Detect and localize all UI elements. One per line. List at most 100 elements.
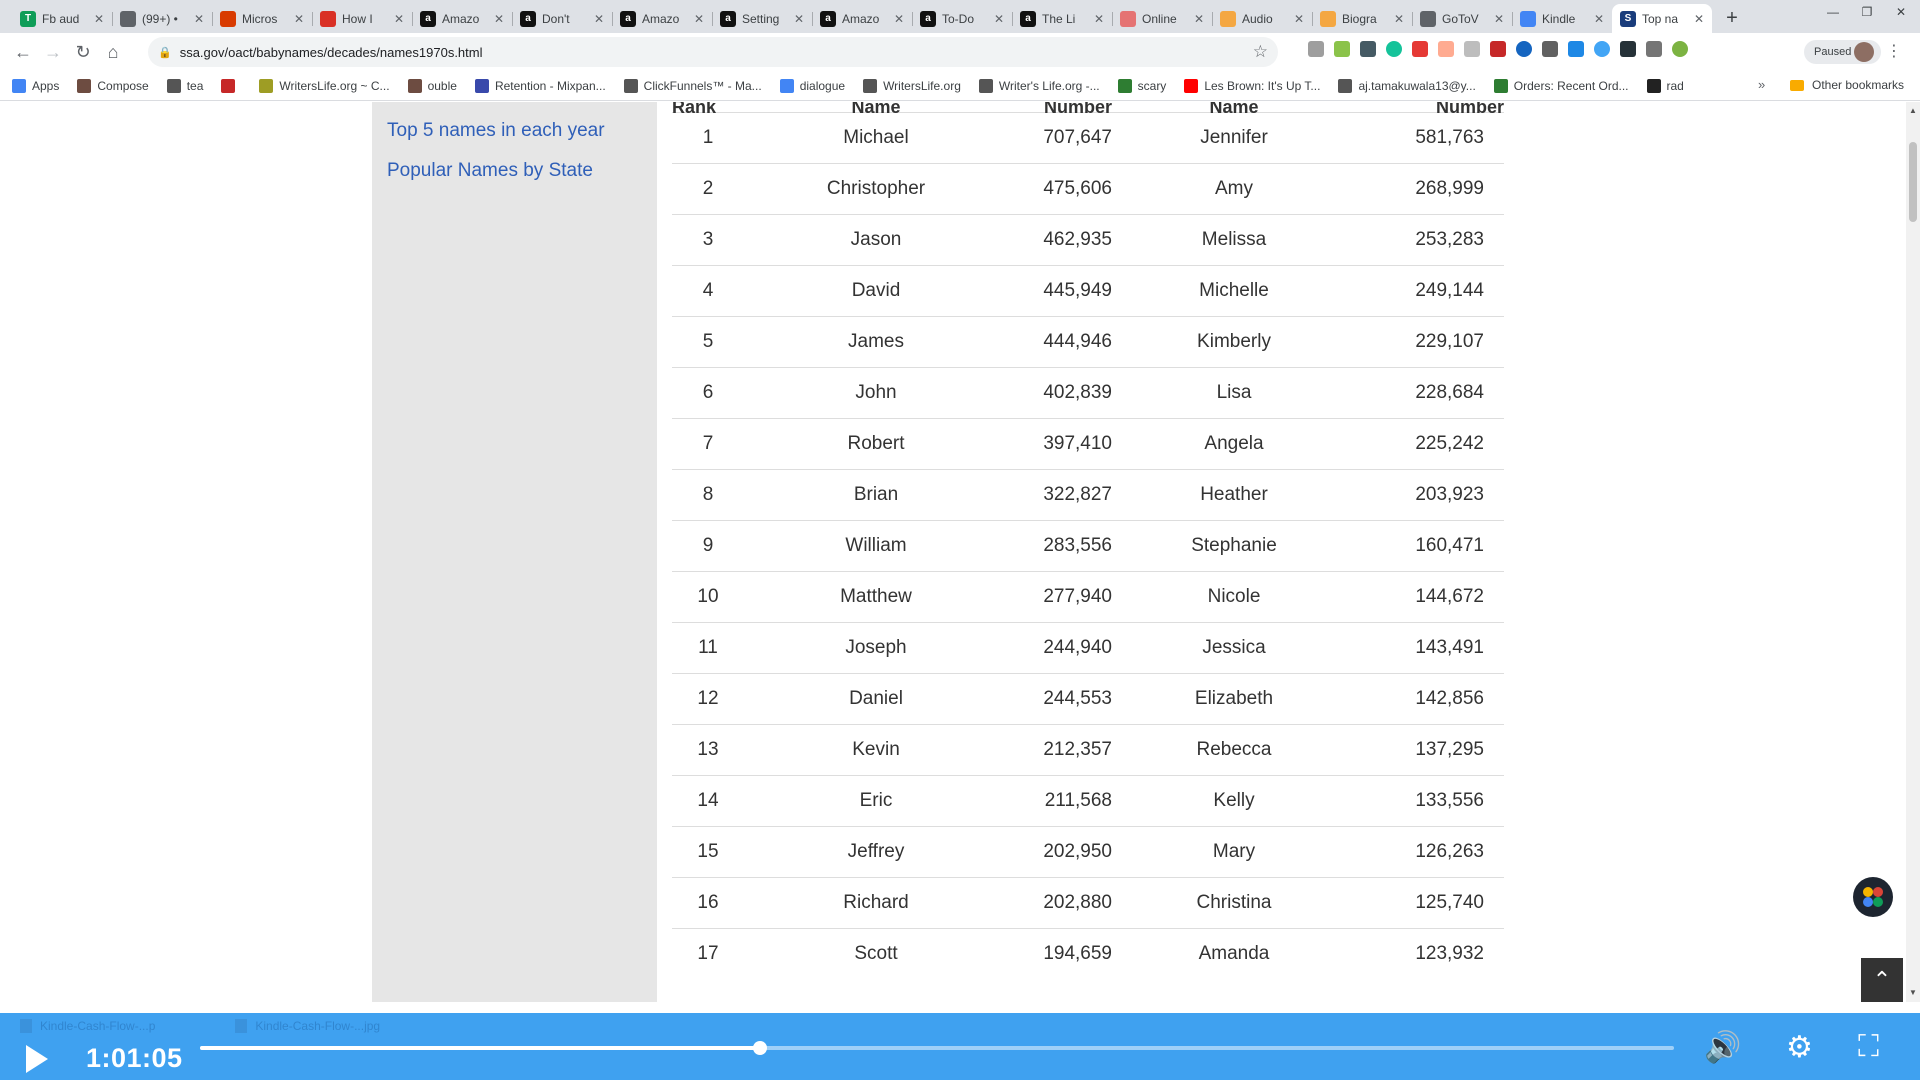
browser-tab[interactable]: GoToV ✕	[1412, 4, 1512, 33]
bookmark-item[interactable]: Retention - Mixpan...	[474, 78, 606, 93]
extension-icon[interactable]	[1672, 41, 1688, 57]
browser-tab[interactable]: a To-Do ✕	[912, 4, 1012, 33]
tab-close-icon[interactable]: ✕	[1592, 12, 1606, 26]
browser-tab[interactable]: How I ✕	[312, 4, 412, 33]
bookmark-item[interactable]: tea	[166, 78, 203, 93]
bookmark-item[interactable]: Compose	[77, 78, 149, 93]
play-icon[interactable]	[26, 1045, 48, 1073]
extension-icon[interactable]	[1620, 41, 1636, 57]
bookmark-item[interactable]: Orders: Recent Ord...	[1493, 78, 1629, 93]
female-number-cell: 249,144	[1356, 265, 1504, 317]
other-bookmarks[interactable]: Other bookmarks	[1790, 78, 1904, 92]
extension-icon[interactable]	[1308, 41, 1324, 57]
progress-handle[interactable]	[753, 1041, 768, 1055]
bookmark-star-icon[interactable]: ☆	[1253, 42, 1268, 62]
new-tab-button[interactable]: +	[1718, 4, 1746, 33]
progress-bar[interactable]	[200, 1041, 1674, 1055]
tab-close-icon[interactable]: ✕	[1492, 12, 1506, 26]
tab-close-icon[interactable]: ✕	[992, 12, 1006, 26]
tab-close-icon[interactable]: ✕	[292, 12, 306, 26]
volume-icon[interactable]: 🔊	[1704, 1030, 1741, 1065]
browser-tab[interactable]: a Setting ✕	[712, 4, 812, 33]
scrollbar-thumb[interactable]	[1909, 142, 1917, 222]
bookmark-item[interactable]: dialogue	[779, 78, 845, 93]
address-bar[interactable]: 🔒 ssa.gov/oact/babynames/decades/names19…	[148, 37, 1278, 67]
reload-icon[interactable]: ↻	[68, 37, 98, 67]
bookmarks-overflow-icon[interactable]: »	[1758, 77, 1765, 92]
extension-icon[interactable]	[1542, 41, 1558, 57]
browser-tab[interactable]: Micros ✕	[212, 4, 312, 33]
extension-icon[interactable]	[1334, 41, 1350, 57]
extension-icon[interactable]	[1594, 41, 1610, 57]
avatar[interactable]	[1854, 42, 1874, 62]
minimize-button[interactable]: —	[1818, 0, 1848, 24]
browser-tab[interactable]: Biogra ✕	[1312, 4, 1412, 33]
bookmark-item[interactable]: aj.tamakuwala13@y...	[1338, 78, 1476, 93]
tab-close-icon[interactable]: ✕	[1392, 12, 1406, 26]
extension-icon[interactable]	[1464, 41, 1480, 57]
header-rank: Rank	[672, 102, 717, 117]
tab-close-icon[interactable]: ✕	[792, 12, 806, 26]
tab-close-icon[interactable]: ✕	[892, 12, 906, 26]
browser-tab[interactable]: Audio ✕	[1212, 4, 1312, 33]
browser-tab[interactable]: Kindle ✕	[1512, 4, 1612, 33]
tab-close-icon[interactable]: ✕	[392, 12, 406, 26]
scroll-up-arrow-icon[interactable]: ▲	[1906, 106, 1920, 115]
browser-tab[interactable]: Online ✕	[1112, 4, 1212, 33]
back-to-top-button[interactable]: ⌃	[1861, 958, 1903, 1002]
bookmark-item[interactable]: ClickFunnels™ - Ma...	[623, 78, 762, 93]
tab-close-icon[interactable]: ✕	[1692, 12, 1706, 26]
extension-icon[interactable]	[1568, 41, 1584, 57]
restore-button[interactable]: ❐	[1852, 0, 1882, 24]
tab-close-icon[interactable]: ✕	[1092, 12, 1106, 26]
browser-tab[interactable]: a Amazo ✕	[812, 4, 912, 33]
floating-extension-logo[interactable]	[1853, 877, 1893, 917]
browser-tab[interactable]: a Amazo ✕	[412, 4, 512, 33]
bookmark-item[interactable]: Apps	[12, 78, 59, 93]
bookmark-item[interactable]: WritersLife.org	[863, 78, 961, 93]
tab-close-icon[interactable]: ✕	[692, 12, 706, 26]
extension-icon[interactable]	[1646, 41, 1662, 57]
bookmark-item[interactable]: Writer's Life.org -...	[978, 78, 1100, 93]
bookmark-item[interactable]: WritersLife.org ~ C...	[259, 78, 390, 93]
grammarly-icon[interactable]	[1386, 41, 1402, 57]
scroll-down-arrow-icon[interactable]: ▼	[1906, 988, 1920, 997]
browser-tab[interactable]: a Don't ✕	[512, 4, 612, 33]
browser-tab[interactable]: T Fb aud ✕	[12, 4, 112, 33]
forward-icon[interactable]: →	[38, 37, 68, 67]
extension-icon[interactable]	[1516, 41, 1532, 57]
close-window-button[interactable]: ✕	[1886, 0, 1916, 24]
bookmark-item[interactable]: ouble	[407, 78, 457, 93]
page-viewport: Top 5 names in each year Popular Names b…	[0, 102, 1906, 1002]
tab-close-icon[interactable]: ✕	[1192, 12, 1206, 26]
tab-close-icon[interactable]: ✕	[492, 12, 506, 26]
tab-close-icon[interactable]: ✕	[1292, 12, 1306, 26]
bookmark-item[interactable]	[221, 78, 241, 93]
browser-tab[interactable]: a Amazo ✕	[612, 4, 712, 33]
sidebar-link-popular-by-state[interactable]: Popular Names by State	[387, 160, 593, 182]
settings-gear-icon[interactable]: ⚙	[1786, 1030, 1813, 1065]
extension-icon[interactable]	[1438, 41, 1454, 57]
extension-icon[interactable]	[1490, 41, 1506, 57]
download-item[interactable]: Kindle-Cash-Flow-...p	[20, 1019, 155, 1033]
menu-icon[interactable]: ⋮	[1886, 41, 1902, 61]
fullscreen-icon[interactable]: ⛶	[1858, 1030, 1879, 1064]
file-icon	[235, 1019, 248, 1033]
bookmark-item[interactable]: scary	[1117, 78, 1166, 93]
page-scrollbar[interactable]: ▲ ▼	[1906, 102, 1920, 1002]
extension-icon[interactable]	[1360, 41, 1376, 57]
header-female-name: Name	[1209, 102, 1259, 117]
bookmark-item[interactable]: Les Brown: It's Up T...	[1184, 78, 1320, 93]
home-icon[interactable]: ⌂	[98, 37, 128, 67]
back-icon[interactable]: ←	[8, 37, 38, 67]
browser-tab[interactable]: S Top na ✕	[1612, 4, 1712, 33]
browser-tab[interactable]: a The Li ✕	[1012, 4, 1112, 33]
browser-tab[interactable]: (99+) • ✕	[112, 4, 212, 33]
tab-close-icon[interactable]: ✕	[592, 12, 606, 26]
extension-icon[interactable]	[1412, 41, 1428, 57]
bookmark-item[interactable]: rad	[1646, 78, 1684, 93]
tab-close-icon[interactable]: ✕	[92, 12, 106, 26]
download-item[interactable]: Kindle-Cash-Flow-...jpg	[235, 1019, 380, 1033]
sidebar-link-top5[interactable]: Top 5 names in each year	[387, 120, 605, 142]
tab-close-icon[interactable]: ✕	[192, 12, 206, 26]
